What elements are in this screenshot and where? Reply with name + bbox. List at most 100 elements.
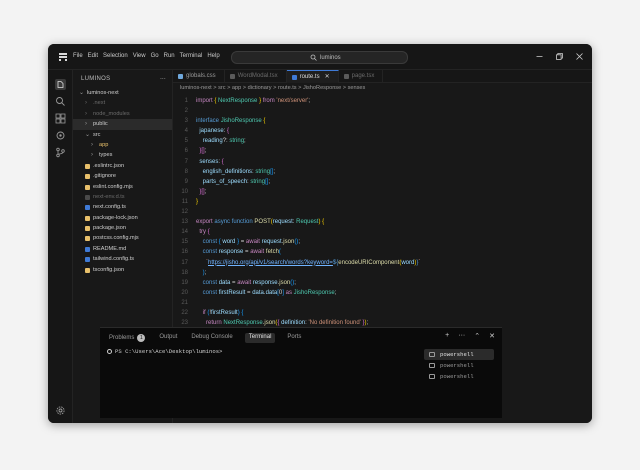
line-number: 5 <box>184 138 188 145</box>
editor-tab[interactable]: route.ts ✕ <box>286 70 339 83</box>
minimize-button[interactable] <box>534 51 544 61</box>
source-control-icon[interactable] <box>55 147 66 158</box>
file-type-icon <box>291 75 297 80</box>
menu-help[interactable]: Help <box>207 53 219 59</box>
close-panel-icon[interactable]: ✕ <box>489 332 495 340</box>
tree-item[interactable]: › public <box>73 119 172 130</box>
editor-tab[interactable]: globals.css <box>173 70 225 83</box>
chevron-right-icon: › <box>85 121 87 128</box>
tree-item[interactable]: eslint.config.mjs <box>73 182 172 192</box>
code-line: 10 }[]; <box>173 187 592 197</box>
terminal-instance[interactable]: powershell <box>424 349 494 360</box>
tree-item[interactable]: tsconfig.json <box>73 265 172 275</box>
tree-item[interactable]: › node_modules <box>73 109 172 119</box>
panel-controls: + ··· ⌃ ✕ <box>445 332 495 340</box>
close-tab-icon[interactable]: ✕ <box>325 74 330 80</box>
explorer-header: LUMINOS ... <box>81 75 166 86</box>
maximize-button[interactable] <box>554 51 564 61</box>
line-number: 13 <box>181 219 188 226</box>
editor-tab[interactable]: page.tsx <box>339 70 384 83</box>
code-line: 21 <box>173 298 592 308</box>
vscode-window: File Edit Selection View Go Run Terminal Help l… <box>48 44 592 423</box>
line-number: 19 <box>181 279 188 286</box>
code-line: 18 ); <box>173 268 592 278</box>
menu-view[interactable]: View <box>133 53 146 59</box>
activity-bar <box>48 70 73 423</box>
code-line: 14 try { <box>173 227 592 237</box>
line-number: 8 <box>184 168 188 175</box>
tree-item-label: types <box>99 152 113 159</box>
panel-tab-debug-console[interactable]: Debug Console <box>189 333 234 343</box>
collapse-panel-icon[interactable]: ⌃ <box>474 332 480 340</box>
search-icon <box>310 54 317 61</box>
panel-tab-problems[interactable]: Problems 1 <box>107 333 147 343</box>
code-text: const { word } = await request.json(); <box>202 239 300 246</box>
tree-item[interactable]: ⌄ src <box>73 130 172 140</box>
tree-item[interactable]: postcss.config.mjs <box>73 233 172 243</box>
json-file-icon <box>85 215 90 221</box>
editor-tab-label: page.tsx <box>351 73 375 79</box>
explorer-icon[interactable] <box>55 79 66 90</box>
panel-tab-ports[interactable]: Ports <box>285 333 303 343</box>
debug-icon[interactable] <box>55 130 66 141</box>
explorer-more-button[interactable]: ... <box>160 75 166 81</box>
tree-item-label: postcss.config.mjs <box>93 235 139 242</box>
tree-item[interactable]: package.json <box>73 223 172 233</box>
restore-icon <box>555 52 563 60</box>
code-line: 7 senses: { <box>173 157 592 167</box>
tree-item-label: .eslintrc.json <box>93 162 125 169</box>
md-file-icon <box>85 246 90 252</box>
terminal-icon <box>429 374 435 379</box>
search-sidebar-icon[interactable] <box>55 96 66 107</box>
line-number: 1 <box>184 98 188 104</box>
code-line: 19 const data = await response.json(); <box>173 278 592 288</box>
new-terminal-plus-icon[interactable]: + <box>445 332 449 340</box>
code-editor[interactable]: 1 import { NextResponse } from 'next/serv… <box>173 96 592 351</box>
terminal-list: powershell powershell powershell <box>424 349 494 382</box>
code-text: }[]; <box>199 148 207 155</box>
chevron-right-icon: › <box>91 141 93 148</box>
editor-tab[interactable]: WordModal.tsx <box>225 70 287 83</box>
tree-item[interactable]: next.config.ts <box>73 202 172 212</box>
breadcrumb[interactable]: luminos-next > src > app > dictionary > … <box>180 85 592 94</box>
menu-bar: File Edit Selection View Go Run Terminal Help <box>73 53 220 59</box>
line-number: 12 <box>181 209 188 216</box>
tree-item[interactable]: .eslintrc.json <box>73 161 172 171</box>
menu-go[interactable]: Go <box>151 53 159 59</box>
menu-file[interactable]: File <box>73 53 83 59</box>
tree-item[interactable]: ⌄ luminos-next <box>73 88 172 98</box>
close-window-button[interactable] <box>574 51 584 61</box>
tree-item[interactable]: .gitignore <box>73 171 172 181</box>
panel-more-icon[interactable]: ··· <box>458 332 465 340</box>
menu-run[interactable]: Run <box>164 53 175 59</box>
tree-item[interactable]: › .next <box>73 98 172 108</box>
tree-item[interactable]: › types <box>73 150 172 160</box>
terminal-icon <box>429 363 435 368</box>
settings-gear-icon[interactable] <box>55 405 66 416</box>
panel-tab-output[interactable]: Output <box>157 333 179 343</box>
tree-item[interactable]: package-lock.json <box>73 213 172 223</box>
command-center-search[interactable]: luminos <box>231 51 408 64</box>
tree-item-label: README.md <box>93 245 127 252</box>
line-number: 11 <box>181 198 188 205</box>
code-text: } <box>196 198 199 205</box>
tree-item-label: tailwind.config.ts <box>93 256 135 263</box>
panel-tab-label: Debug Console <box>191 334 233 340</box>
menu-selection[interactable]: Selection <box>103 53 128 59</box>
menu-terminal[interactable]: Terminal <box>180 53 203 59</box>
tree-item[interactable]: tailwind.config.ts <box>73 254 172 264</box>
tree-item-label: .next <box>93 100 106 107</box>
tree-item[interactable]: README.md <box>73 244 172 254</box>
bottom-panel: Problems 1 Output Debug Console Terminal Port… <box>100 327 502 418</box>
line-number: 18 <box>181 269 188 276</box>
terminal-output[interactable]: PS C:\Users\Ace\Desktop\luminos> <box>107 348 222 355</box>
menu-edit[interactable]: Edit <box>88 53 98 59</box>
tree-item[interactable]: next-env.d.ts <box>73 192 172 202</box>
extensions-icon[interactable] <box>55 113 66 124</box>
code-text: }[]; <box>199 188 207 195</box>
tree-item[interactable]: › app <box>73 140 172 150</box>
panel-tab-terminal[interactable]: Terminal <box>244 333 276 343</box>
code-line: 16 const response = await fetch( <box>173 247 592 257</box>
terminal-instance[interactable]: powershell <box>424 371 494 382</box>
terminal-instance[interactable]: powershell <box>424 360 494 371</box>
